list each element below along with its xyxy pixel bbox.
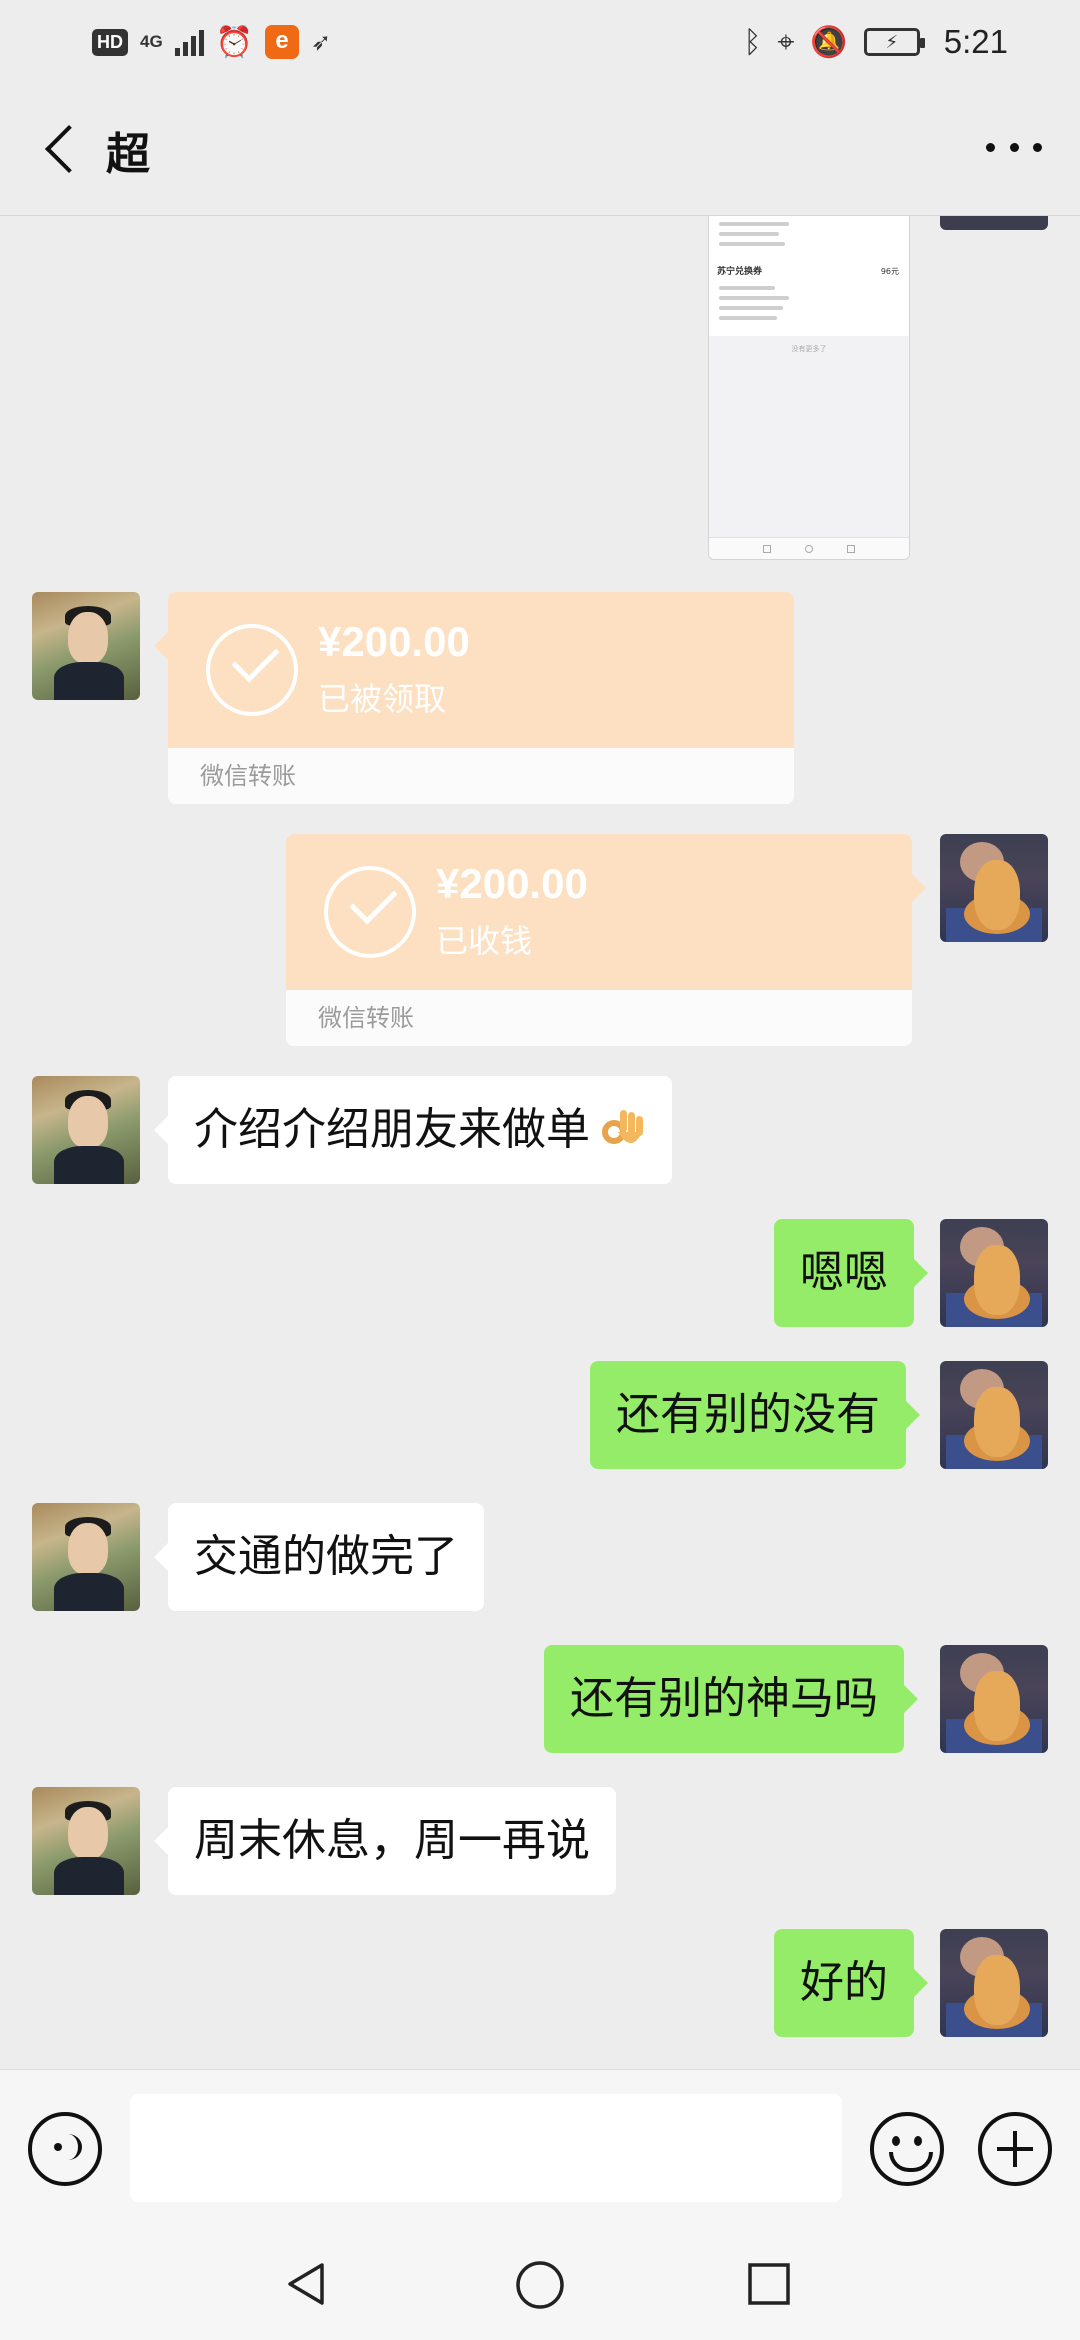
mute-bell-icon: 🔕 bbox=[810, 24, 848, 60]
input-bar bbox=[0, 2069, 1080, 2225]
system-nav-bar bbox=[0, 2225, 1080, 2340]
chat-header: 超 bbox=[0, 84, 1080, 216]
status-left: HD 4G ⏰ e ➶ bbox=[92, 22, 331, 62]
nav-recent-icon[interactable] bbox=[746, 2261, 792, 2307]
message-text: 还有别的神马吗 bbox=[570, 1673, 878, 1724]
status-time: 5:21 bbox=[943, 23, 1008, 60]
shared-no-more: 没有更多了 bbox=[791, 345, 827, 353]
my-avatar[interactable] bbox=[940, 1219, 1048, 1327]
plus-icon[interactable] bbox=[978, 2112, 1052, 2186]
my-avatar[interactable] bbox=[940, 834, 1048, 942]
message-bubble[interactable]: 还有别的没有 bbox=[590, 1361, 920, 1469]
avatar[interactable] bbox=[940, 216, 1048, 230]
transfer-footer: 微信转账 bbox=[168, 748, 794, 804]
back-icon[interactable] bbox=[38, 122, 88, 178]
transfer-received-card[interactable]: ¥200.00 已被领取 微信转账 bbox=[168, 592, 794, 804]
transfer-footer: 微信转账 bbox=[286, 990, 912, 1046]
network-type: 4G bbox=[140, 32, 163, 51]
alarm-icon: ⏰ bbox=[215, 24, 254, 60]
emoji-icon[interactable] bbox=[870, 2112, 944, 2186]
transfer-amount: ¥200.00 bbox=[436, 860, 588, 907]
transfer-amount: ¥200.00 bbox=[318, 618, 470, 665]
shared-item-name: 苏宁兑换券 bbox=[717, 267, 763, 277]
chat-title: 超 bbox=[106, 129, 150, 180]
signal-icon bbox=[174, 28, 204, 56]
hd-icon: HD bbox=[92, 28, 128, 56]
bluetooth-icon: ᛒ bbox=[743, 24, 762, 60]
app-notification-icon: e bbox=[265, 25, 300, 59]
contact-avatar[interactable] bbox=[32, 1076, 140, 1184]
message-bubble[interactable]: 介绍介绍朋友来做单 bbox=[154, 1076, 672, 1184]
my-avatar[interactable] bbox=[940, 1645, 1048, 1753]
voice-icon[interactable] bbox=[28, 2112, 102, 2186]
message-text: 交通的做完了 bbox=[194, 1531, 458, 1582]
bird-icon: ➶ bbox=[311, 28, 332, 56]
status-right: ᛒ ⌖ 🔕 ⚡ 5:21 bbox=[744, 18, 1008, 66]
message-bubble[interactable]: 周末休息，周一再说 bbox=[154, 1787, 616, 1895]
contact-avatar[interactable] bbox=[32, 1787, 140, 1895]
transfer-state: 已被领取 bbox=[318, 680, 447, 718]
message-input[interactable] bbox=[130, 2094, 842, 2202]
shared-item-price: 96元 bbox=[880, 267, 899, 276]
shared-image[interactable]: 苏宁兑换券 96元 没有更多了 bbox=[708, 216, 910, 560]
message-text: 还有别的没有 bbox=[616, 1389, 880, 1440]
message-bubble[interactable]: 还有别的神马吗 bbox=[544, 1645, 918, 1753]
nav-back-icon[interactable] bbox=[282, 2259, 332, 2309]
message-bubble[interactable]: 嗯嗯 bbox=[774, 1219, 928, 1327]
contact-avatar[interactable] bbox=[32, 592, 140, 700]
contact-avatar[interactable] bbox=[32, 1503, 140, 1611]
message-bubble[interactable]: 好的 bbox=[774, 1929, 928, 2037]
my-avatar[interactable] bbox=[940, 1361, 1048, 1469]
nav-home-icon[interactable] bbox=[514, 2259, 566, 2311]
status-bar: HD 4G ⏰ e ➶ ᛒ ⌖ 🔕 ⚡ 5:21 bbox=[0, 0, 1080, 84]
message-text: 周末休息，周一再说 bbox=[194, 1815, 590, 1866]
message-text: 介绍介绍朋友来做单 bbox=[194, 1104, 590, 1155]
check-circle-icon bbox=[206, 624, 298, 716]
battery-icon: ⚡ bbox=[863, 28, 925, 56]
message-text: 嗯嗯 bbox=[800, 1247, 888, 1298]
check-circle-icon bbox=[324, 866, 416, 958]
my-avatar[interactable] bbox=[940, 1929, 1048, 2037]
message-bubble[interactable]: 交通的做完了 bbox=[154, 1503, 484, 1611]
more-icon[interactable] bbox=[986, 132, 1042, 162]
transfer-collected-card[interactable]: ¥200.00 已收钱 微信转账 bbox=[286, 834, 912, 1046]
location-icon: ⌖ bbox=[777, 24, 795, 60]
ok-hand-icon bbox=[602, 1110, 643, 1144]
chat-messages[interactable]: 苏宁兑换券 96元 没有更多了 ¥200.00 已被领取 微信转账 ¥200.0… bbox=[0, 216, 1080, 2069]
message-text: 好的 bbox=[800, 1957, 888, 2008]
transfer-state: 已收钱 bbox=[436, 922, 533, 960]
